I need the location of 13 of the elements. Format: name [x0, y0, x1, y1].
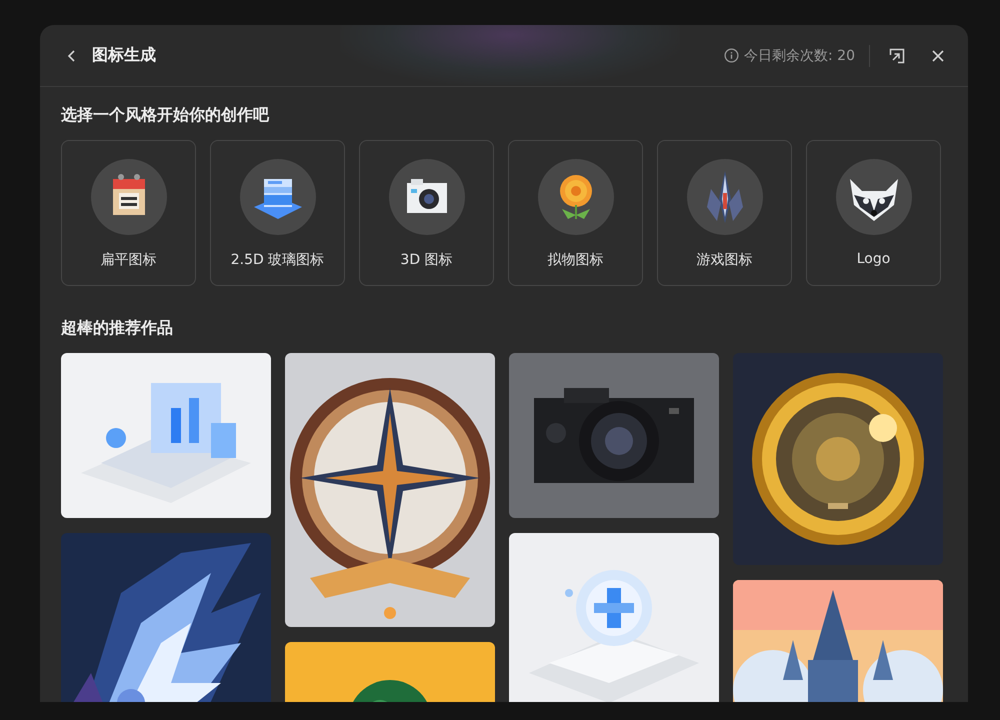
popout-icon	[888, 46, 906, 64]
window-title: 图标生成	[92, 45, 156, 66]
style-card[interactable]: 2.5D 玻璃图标	[210, 140, 345, 286]
remaining-count: 今日剩余次数: 20	[744, 46, 855, 64]
style-card[interactable]: 游戏图标	[657, 140, 792, 286]
section-heading: 超棒的推荐作品	[61, 318, 174, 339]
style-card[interactable]: 拟物图标	[508, 140, 643, 286]
style-card[interactable]: Logo	[806, 140, 941, 286]
style-card[interactable]: 扁平图标	[61, 140, 196, 286]
close-icon	[930, 48, 946, 64]
style-card[interactable]: 3D 图标	[359, 140, 494, 286]
info-icon	[724, 48, 740, 63]
section-heading: 选择一个风格开始你的创作吧	[61, 105, 270, 126]
